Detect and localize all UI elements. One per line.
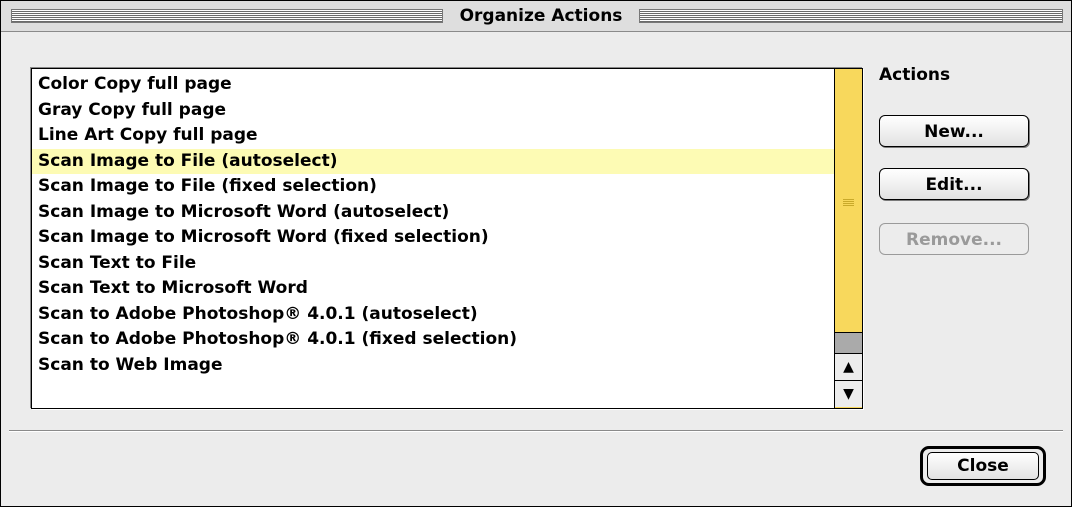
- scroll-track[interactable]: [835, 332, 862, 353]
- list-item-color-copy[interactable]: Color Copy full page: [32, 72, 834, 98]
- list-item-photoshop-fixed[interactable]: Scan to Adobe Photoshop® 4.0.1 (fixed se…: [32, 327, 834, 353]
- list-item-scan-image-file-autoselect[interactable]: Scan Image to File (autoselect): [32, 148, 834, 174]
- divider: [9, 430, 1063, 432]
- actions-list[interactable]: Color Copy full page Gray Copy full page…: [32, 69, 834, 408]
- scroll-thumb-grip-icon[interactable]: [843, 199, 854, 207]
- title-bar-stripes-right: [639, 9, 1063, 23]
- scroll-down-arrow-icon[interactable]: ▼: [835, 380, 862, 407]
- list-item-scan-text-word[interactable]: Scan Text to Microsoft Word: [32, 276, 834, 302]
- title-bar[interactable]: Organize Actions: [1, 1, 1071, 32]
- list-item-gray-copy[interactable]: Gray Copy full page: [32, 98, 834, 124]
- list-item-scan-image-word-fixed[interactable]: Scan Image to Microsoft Word (fixed sele…: [32, 225, 834, 251]
- list-item-line-art-copy[interactable]: Line Art Copy full page: [32, 123, 834, 149]
- list-item-photoshop-autoselect[interactable]: Scan to Adobe Photoshop® 4.0.1 (autosele…: [32, 302, 834, 328]
- vertical-scrollbar[interactable]: ▲ ▼: [834, 69, 862, 408]
- remove-button[interactable]: Remove...: [879, 223, 1029, 255]
- new-button[interactable]: New...: [879, 115, 1029, 147]
- close-button[interactable]: Close: [927, 452, 1039, 480]
- actions-heading: Actions: [879, 65, 951, 85]
- edit-button[interactable]: Edit...: [879, 168, 1029, 200]
- list-item-scan-image-word-autoselect[interactable]: Scan Image to Microsoft Word (autoselect…: [32, 200, 834, 226]
- list-item-web-image[interactable]: Scan to Web Image: [32, 353, 834, 379]
- list-item-scan-image-file-fixed[interactable]: Scan Image to File (fixed selection): [32, 174, 834, 200]
- scroll-up-arrow-icon[interactable]: ▲: [835, 353, 862, 380]
- list-item-scan-text-file[interactable]: Scan Text to File: [32, 251, 834, 277]
- window-title: Organize Actions: [443, 5, 639, 27]
- actions-listbox[interactable]: Color Copy full page Gray Copy full page…: [31, 68, 863, 409]
- title-bar-stripes-left: [11, 9, 443, 23]
